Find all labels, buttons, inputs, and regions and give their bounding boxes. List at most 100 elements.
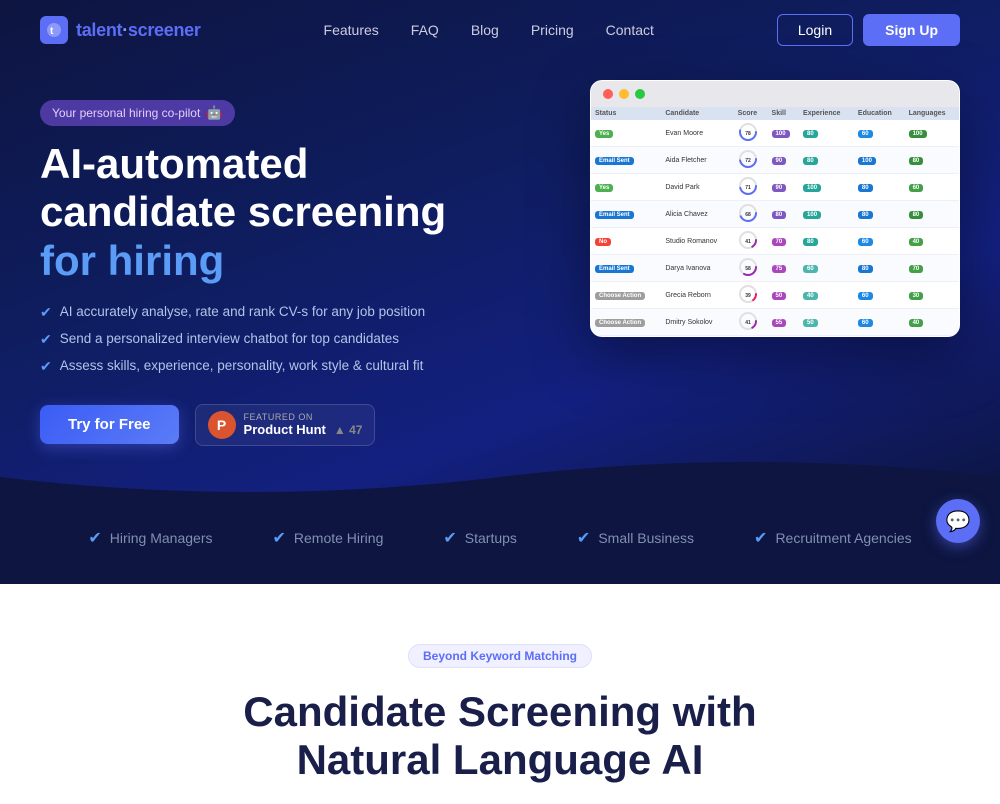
cell-status: Choose Action	[591, 282, 661, 309]
cell-status: Email Sent	[591, 147, 661, 174]
cell-lang: 40	[905, 309, 959, 336]
col-lang: Languages	[905, 107, 959, 120]
cell-exp: 100	[799, 201, 854, 228]
candidate-table: Status Candidate Score Skill Experience …	[591, 107, 959, 336]
hero-left: Your personal hiring co-pilot 🤖 AI-autom…	[40, 90, 500, 446]
try-free-button[interactable]: Try for Free	[40, 405, 179, 444]
cell-score: 41	[734, 228, 768, 255]
chat-bubble[interactable]: 💬	[936, 499, 980, 543]
ph-score: ▲ 47	[334, 423, 363, 437]
cell-status: Yes	[591, 120, 661, 147]
cell-score: 68	[734, 201, 768, 228]
cell-name: Alicia Chavez	[661, 201, 733, 228]
social-check-icon-2: ✔	[272, 528, 285, 548]
cell-lang: 80	[905, 201, 959, 228]
cell-edu: 80	[854, 201, 905, 228]
cell-name: Dmitry Sokolov	[661, 309, 733, 336]
cell-skill: 50	[768, 282, 799, 309]
col-skill: Skill	[768, 107, 799, 120]
social-item-1: ✔ Hiring Managers	[88, 528, 212, 548]
logo-text: talent·screener	[76, 20, 201, 41]
cell-skill: 100	[768, 120, 799, 147]
ph-featured-label: FEATURED ON	[244, 412, 363, 422]
cell-exp: 40	[799, 282, 854, 309]
login-button[interactable]: Login	[777, 14, 853, 46]
table-row: Yes David Park 71 90 100 80 60	[591, 174, 959, 201]
cell-lang: 40	[905, 228, 959, 255]
window-dot-yellow	[619, 89, 629, 99]
svg-text:68: 68	[745, 212, 751, 218]
cell-lang: 60	[905, 174, 959, 201]
cell-score: 71	[734, 174, 768, 201]
cell-exp: 100	[799, 174, 854, 201]
svg-text:41: 41	[745, 239, 751, 245]
social-proof-bar: ✔ Hiring Managers ✔ Remote Hiring ✔ Star…	[0, 506, 1000, 584]
svg-text:58: 58	[745, 266, 751, 272]
cell-status: Choose Action	[591, 309, 661, 336]
social-check-icon-4: ✔	[577, 528, 590, 548]
cell-skill: 75	[768, 255, 799, 282]
svg-text:78: 78	[745, 131, 751, 137]
table-row: Email Sent Alicia Chavez 68 80 100 80 80	[591, 201, 959, 228]
logo-icon: t	[40, 16, 68, 44]
cell-skill: 90	[768, 147, 799, 174]
svg-text:41: 41	[745, 320, 751, 326]
signup-button[interactable]: Sign Up	[863, 14, 960, 46]
cell-score: 39	[734, 282, 768, 309]
cell-score: 78	[734, 120, 768, 147]
cell-lang: 30	[905, 282, 959, 309]
hero-features: ✔ AI accurately analyse, rate and rank C…	[40, 303, 500, 376]
cell-exp: 50	[799, 309, 854, 336]
social-check-icon-5: ✔	[754, 528, 767, 548]
table-row: Email Sent Aida Fletcher 72 90 80 100 80	[591, 147, 959, 174]
cell-score: 72	[734, 147, 768, 174]
col-status: Status	[591, 107, 661, 120]
cell-score: 41	[734, 309, 768, 336]
table-row: Choose Action Dmitry Sokolov 41 55 50 60…	[591, 309, 959, 336]
social-label-5: Recruitment Agencies	[775, 530, 911, 546]
nav-contact[interactable]: Contact	[606, 22, 654, 38]
svg-text:72: 72	[745, 158, 751, 164]
section-tag: Beyond Keyword Matching	[408, 644, 592, 668]
social-item-2: ✔ Remote Hiring	[272, 528, 383, 548]
hero-badge-text: Your personal hiring co-pilot	[52, 106, 200, 120]
cell-name: Aida Fletcher	[661, 147, 733, 174]
social-item-5: ✔ Recruitment Agencies	[754, 528, 912, 548]
product-hunt-content: FEATURED ON Product Hunt ▲ 47	[244, 412, 363, 437]
hero-feature-text-3: Assess skills, experience, personality, …	[60, 357, 424, 376]
cell-status: Yes	[591, 174, 661, 201]
nav-blog[interactable]: Blog	[471, 22, 499, 38]
check-icon-1: ✔	[40, 304, 52, 321]
cell-exp: 60	[799, 255, 854, 282]
ph-name: Product Hunt	[244, 422, 326, 437]
nav-features[interactable]: Features	[324, 22, 379, 38]
svg-text:39: 39	[745, 293, 751, 299]
cell-edu: 60	[854, 282, 905, 309]
section-below: Beyond Keyword Matching Candidate Screen…	[0, 584, 1000, 804]
col-score: Score	[734, 107, 768, 120]
app-screenshot: Status Candidate Score Skill Experience …	[590, 80, 960, 337]
social-label-4: Small Business	[598, 530, 694, 546]
cell-edu: 80	[854, 174, 905, 201]
window-dot-red	[603, 89, 613, 99]
social-item-3: ✔ Startups	[443, 528, 517, 548]
hero-feature-1: ✔ AI accurately analyse, rate and rank C…	[40, 303, 500, 322]
nav-pricing[interactable]: Pricing	[531, 22, 574, 38]
cell-name: David Park	[661, 174, 733, 201]
nav-links: Features FAQ Blog Pricing Contact	[324, 22, 654, 38]
product-hunt-badge[interactable]: P FEATURED ON Product Hunt ▲ 47	[195, 404, 376, 446]
cell-exp: 80	[799, 228, 854, 255]
col-candidate: Candidate	[661, 107, 733, 120]
screenshot-titlebar	[591, 81, 959, 107]
cell-status: Email Sent	[591, 201, 661, 228]
cell-lang: 80	[905, 147, 959, 174]
logo[interactable]: t talent·screener	[40, 16, 201, 44]
cell-exp: 80	[799, 120, 854, 147]
cell-edu: 60	[854, 120, 905, 147]
nav-faq[interactable]: FAQ	[411, 22, 439, 38]
cell-skill: 90	[768, 174, 799, 201]
cell-score: 58	[734, 255, 768, 282]
section-title: Candidate Screening with Natural Languag…	[243, 688, 756, 785]
social-check-icon-3: ✔	[443, 528, 456, 548]
nav-buttons: Login Sign Up	[777, 14, 960, 46]
